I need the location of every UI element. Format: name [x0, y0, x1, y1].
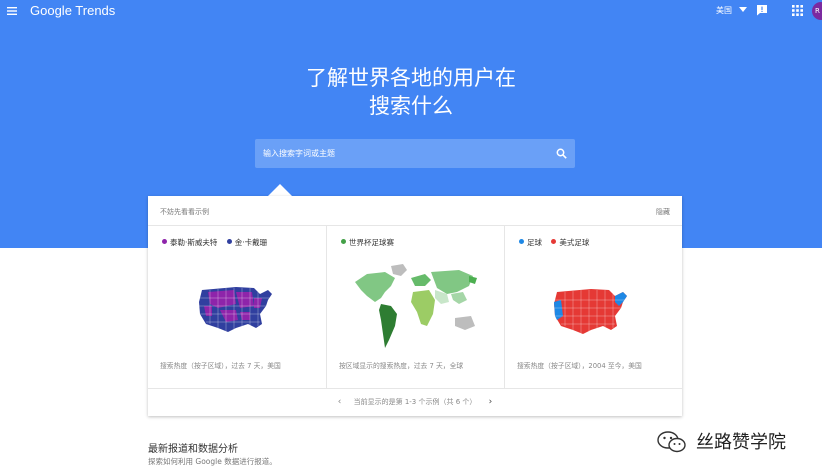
country-selector-label[interactable]: 美国 — [716, 5, 732, 16]
legend-dot — [162, 239, 167, 244]
menu-icon[interactable] — [6, 5, 18, 17]
watermark: 丝路赞学院 — [656, 426, 822, 456]
card-pointer — [268, 184, 292, 196]
pager-text: 当前显示的是第 1-3 个示例（共 6 个） — [353, 398, 477, 406]
examples-pager: ‹ 当前显示的是第 1-3 个示例（共 6 个） › — [148, 397, 682, 407]
legend: 足球 美式足球 — [519, 237, 596, 248]
legend-item: 世界杯足球赛 — [341, 238, 394, 247]
watermark-text: 丝路赞学院 — [696, 432, 786, 453]
wechat-icon — [657, 431, 686, 453]
legend-label: 金·卡戴珊 — [234, 238, 268, 247]
legend-item: 泰勒·斯威夫特 — [162, 238, 217, 247]
legend-item: 足球 — [519, 238, 542, 247]
next-page-button[interactable]: › — [489, 397, 493, 407]
hide-examples-button[interactable]: 隐藏 — [656, 207, 670, 217]
news-subtitle: 探索如何利用 Google 数据进行报道。 — [148, 457, 277, 466]
world-map-world-cup — [355, 264, 477, 348]
legend: 世界杯足球赛 — [341, 237, 401, 248]
legend-label: 泰勒·斯威夫特 — [170, 238, 218, 247]
prev-page-button[interactable]: ‹ — [338, 397, 342, 407]
legend-dot — [226, 239, 232, 244]
legend-dot — [551, 239, 557, 244]
hero-title-line-2: 搜索什么 — [369, 94, 453, 118]
search-box[interactable] — [255, 139, 575, 168]
legend-dot — [519, 239, 524, 244]
panel-caption: 搜索热度（按子区域），过去 7 天，美国 — [160, 362, 281, 370]
divider — [148, 388, 682, 389]
panel-caption: 搜索热度（按子区域），2004 至今，美国 — [517, 362, 642, 370]
google-trends-logo[interactable]: Google Trends — [30, 3, 115, 18]
search-icon[interactable] — [556, 148, 567, 159]
us-map-taylor-kim — [199, 287, 272, 332]
example-panel-2[interactable]: 世界杯足球赛 按区域显示的搜索热度，过去 7 天，全球 — [326, 226, 504, 388]
legend-item: 美式足球 — [551, 238, 589, 247]
legend-dot — [341, 239, 346, 244]
hero-title: 了解世界各地的用户在 搜索什么 — [0, 64, 822, 120]
legend-item: 金·卡戴珊 — [226, 238, 268, 247]
top-bar: Google Trends 美国 R — [0, 0, 822, 22]
examples-card: 不妨先看看示例 隐藏 泰勒·斯威夫特 金·卡戴珊 搜索热度（按子区域），过去 7… — [148, 196, 682, 416]
example-panel-3[interactable]: 足球 美式足球 搜索热度（按子区域），2004 至今，美国 — [504, 226, 682, 388]
legend: 泰勒·斯威夫特 金·卡戴珊 — [162, 237, 274, 248]
us-map-soccer-football — [554, 289, 627, 334]
search-input[interactable] — [255, 139, 545, 168]
feedback-icon[interactable] — [756, 4, 768, 16]
hero-title-line-1: 了解世界各地的用户在 — [306, 66, 516, 90]
apps-grid-icon[interactable] — [792, 5, 803, 16]
legend-label: 美式足球 — [559, 238, 590, 247]
legend-label: 世界杯足球赛 — [349, 238, 394, 247]
news-title: 最新报道和数据分析 — [148, 444, 238, 455]
avatar[interactable]: R — [812, 2, 822, 20]
legend-label: 足球 — [527, 238, 542, 247]
examples-header-label: 不妨先看看示例 — [160, 208, 209, 216]
chevron-down-icon[interactable] — [739, 7, 747, 13]
panel-caption: 按区域显示的搜索热度，过去 7 天，全球 — [339, 362, 464, 370]
example-panel-1[interactable]: 泰勒·斯威夫特 金·卡戴珊 搜索热度（按子区域），过去 7 天，美国 — [148, 226, 326, 388]
